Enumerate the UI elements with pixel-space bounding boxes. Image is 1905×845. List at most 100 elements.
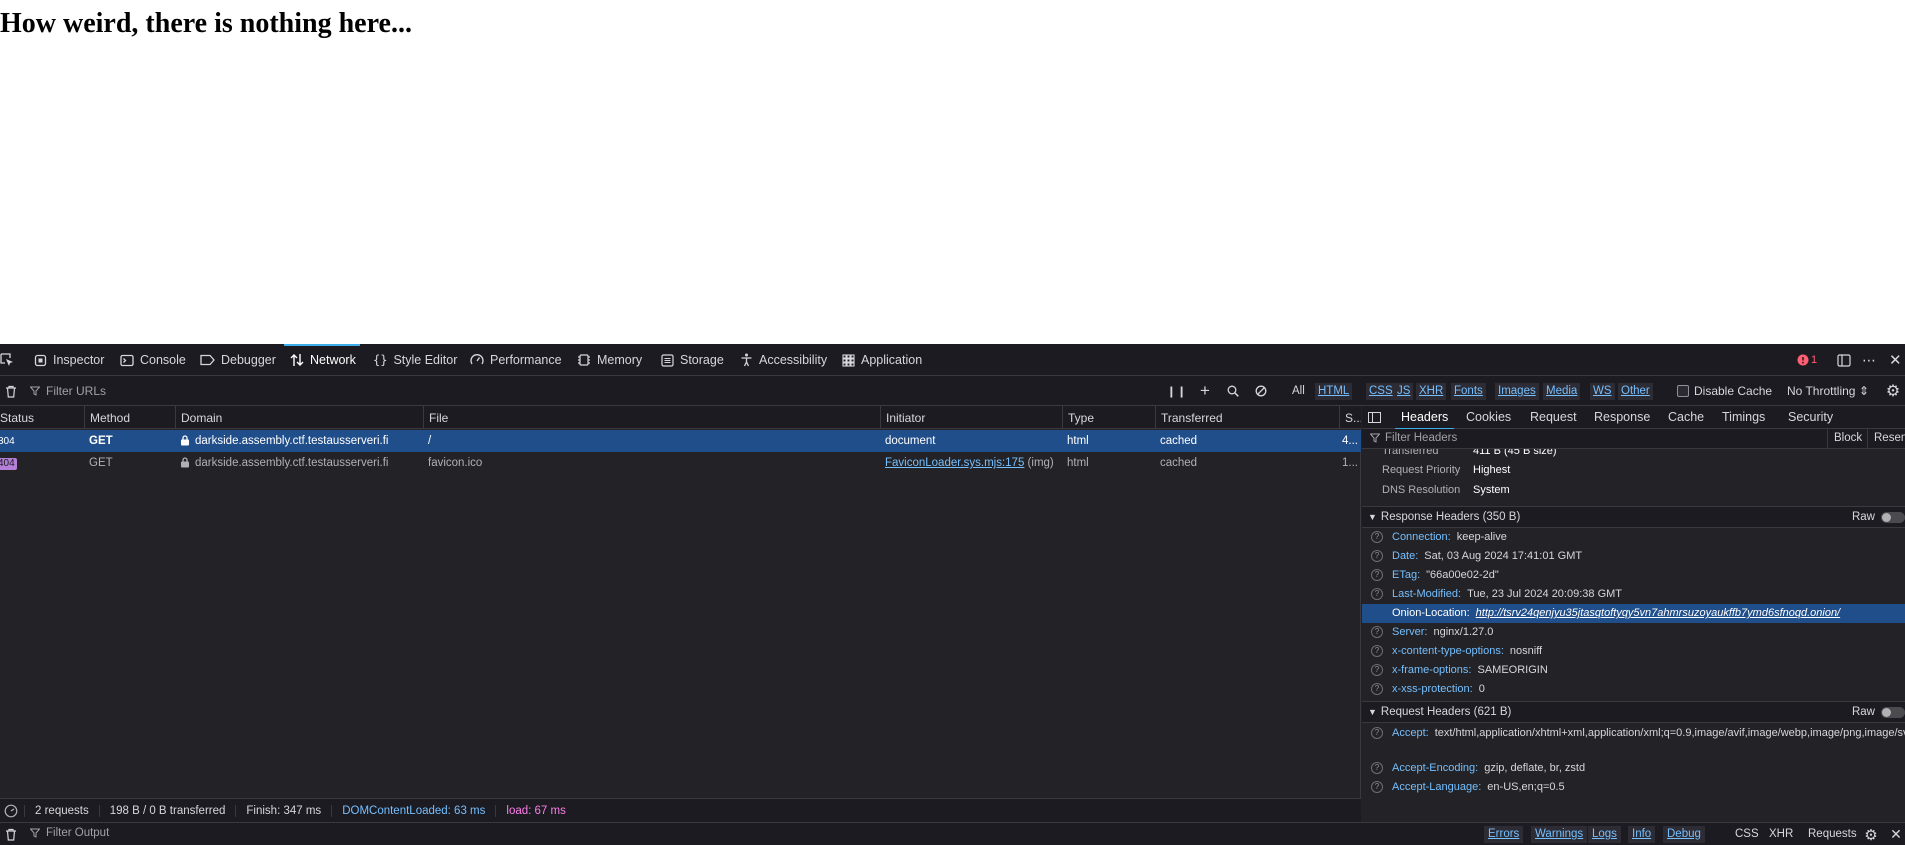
search-icon[interactable] bbox=[1222, 376, 1244, 406]
help-icon[interactable]: ? bbox=[1371, 588, 1383, 600]
cell-size: 4... bbox=[1342, 435, 1358, 447]
console-filter-logs[interactable]: Logs bbox=[1588, 826, 1621, 843]
type-filter-images[interactable]: Images bbox=[1495, 383, 1539, 400]
column-initiator[interactable]: Initiator bbox=[880, 406, 1063, 429]
console-filter-css[interactable]: CSS bbox=[1731, 826, 1763, 843]
raw-toggle[interactable] bbox=[1881, 512, 1905, 523]
clear-console-trash-icon[interactable] bbox=[0, 823, 22, 845]
settings-gear-icon[interactable]: ⚙ bbox=[1882, 376, 1904, 406]
response-headers-section[interactable]: ▼ Response Headers (350 B) Raw bbox=[1362, 506, 1905, 528]
tab-storage[interactable]: Storage bbox=[661, 344, 724, 376]
help-icon[interactable]: ? bbox=[1371, 531, 1383, 543]
type-filter-other[interactable]: Other bbox=[1618, 383, 1653, 400]
tab-headers[interactable]: Headers bbox=[1394, 406, 1455, 430]
help-icon[interactable]: ? bbox=[1371, 727, 1383, 739]
filter-urls-input[interactable]: Filter URLs bbox=[30, 381, 1150, 401]
block-button[interactable]: Block bbox=[1834, 432, 1862, 444]
header-row[interactable]: ? Date: Sat, 03 Aug 2024 17:41:01 GMT bbox=[1362, 547, 1905, 566]
toggle-sidebar-icon[interactable] bbox=[1368, 406, 1381, 429]
type-filter-xhr[interactable]: XHR bbox=[1416, 383, 1447, 400]
type-filter-media[interactable]: Media bbox=[1543, 383, 1581, 400]
tab-security[interactable]: Security bbox=[1788, 406, 1833, 429]
header-row[interactable]: ? Last-Modified: Tue, 23 Jul 2024 20:09:38… bbox=[1362, 585, 1905, 604]
header-row-onion-location[interactable]: Onion-Location: http://tsrv24qenjyu35jtas… bbox=[1362, 604, 1905, 623]
tab-console[interactable]: Console bbox=[120, 344, 186, 376]
console-filter-info[interactable]: Info bbox=[1628, 826, 1656, 843]
help-icon[interactable]: ? bbox=[1371, 762, 1383, 774]
console-filter-debug[interactable]: Debug bbox=[1663, 826, 1705, 843]
tab-cookies[interactable]: Cookies bbox=[1466, 406, 1511, 429]
element-picker-icon[interactable] bbox=[0, 344, 14, 376]
column-status[interactable]: Status bbox=[0, 406, 88, 429]
column-type[interactable]: Type bbox=[1062, 406, 1156, 429]
type-filter-all[interactable]: All bbox=[1289, 383, 1308, 400]
disable-cache-checkbox[interactable]: Disable Cache bbox=[1677, 376, 1772, 406]
help-icon[interactable]: ? bbox=[1371, 569, 1383, 581]
type-filter-css[interactable]: CSS bbox=[1366, 383, 1396, 400]
add-request-icon[interactable]: + bbox=[1194, 376, 1216, 406]
table-row[interactable]: 304 GET darkside.assembly.ctf.testausser… bbox=[0, 430, 1361, 452]
performance-analysis-icon[interactable] bbox=[0, 804, 24, 818]
header-row[interactable]: ? Accept-Language: en-US,en;q=0.5 bbox=[1362, 778, 1905, 797]
console-filter-errors[interactable]: Errors bbox=[1484, 826, 1524, 843]
checkbox-box[interactable] bbox=[1677, 385, 1689, 397]
header-row[interactable]: ? ETag: "66a00e02-2d" bbox=[1362, 566, 1905, 585]
block-icon[interactable] bbox=[1250, 376, 1272, 406]
filter-headers-input[interactable]: Filter Headers bbox=[1370, 432, 1457, 444]
throttling-select[interactable]: No Throttling ⇕ bbox=[1787, 376, 1869, 406]
error-count-badge[interactable]: 1 bbox=[1797, 344, 1817, 376]
tab-debugger[interactable]: Debugger bbox=[200, 344, 276, 376]
header-row[interactable]: ? Accept: text/html,application/xhtml+xml,… bbox=[1362, 724, 1905, 756]
clear-trash-icon[interactable] bbox=[0, 376, 22, 406]
header-row[interactable]: ? x-xss-protection: 0 bbox=[1362, 680, 1905, 699]
dock-side-icon[interactable] bbox=[1837, 344, 1851, 376]
console-filter-requests[interactable]: Requests bbox=[1804, 826, 1861, 843]
split-console-bar: Filter Output Errors Warnings Logs Info … bbox=[0, 822, 1905, 845]
tab-inspector[interactable]: Inspector bbox=[34, 344, 104, 376]
more-options-icon[interactable]: ⋯ bbox=[1862, 344, 1876, 376]
tab-memory[interactable]: Memory bbox=[577, 344, 642, 376]
column-domain[interactable]: Domain bbox=[175, 406, 424, 429]
header-row[interactable]: ? Accept-Encoding: gzip, deflate, br, zstd bbox=[1362, 759, 1905, 778]
column-size[interactable]: S... bbox=[1339, 406, 1361, 429]
type-filter-html[interactable]: HTML bbox=[1315, 383, 1353, 400]
help-icon[interactable]: ? bbox=[1371, 664, 1383, 676]
column-file[interactable]: File bbox=[423, 406, 881, 429]
header-row[interactable]: ? x-content-type-options: nosniff bbox=[1362, 642, 1905, 661]
initiator-link[interactable]: FaviconLoader.sys.mjs:175 bbox=[885, 457, 1024, 469]
tab-timings[interactable]: Timings bbox=[1722, 406, 1765, 429]
help-icon[interactable]: ? bbox=[1371, 781, 1383, 793]
help-icon[interactable]: ? bbox=[1371, 550, 1383, 562]
help-icon[interactable]: ? bbox=[1371, 683, 1383, 695]
column-method[interactable]: Method bbox=[84, 406, 176, 429]
header-row[interactable]: ? Connection: keep-alive bbox=[1362, 528, 1905, 547]
tab-cache[interactable]: Cache bbox=[1668, 406, 1704, 429]
type-filter-fonts[interactable]: Fonts bbox=[1451, 383, 1486, 400]
close-split-console-icon[interactable]: ✕ bbox=[1885, 823, 1905, 845]
column-transferred[interactable]: Transferred bbox=[1155, 406, 1340, 429]
tab-accessibility[interactable]: Accessibility bbox=[740, 344, 827, 376]
request-headers-section[interactable]: ▼ Request Headers (621 B) Raw bbox=[1362, 701, 1905, 723]
filter-output-input[interactable]: Filter Output bbox=[30, 827, 109, 839]
close-icon[interactable]: ✕ bbox=[1889, 344, 1902, 376]
header-row[interactable]: ? x-frame-options: SAMEORIGIN bbox=[1362, 661, 1905, 680]
tab-application[interactable]: Application bbox=[842, 344, 922, 376]
tab-request[interactable]: Request bbox=[1530, 406, 1577, 429]
table-row[interactable]: 404 GET darkside.assembly.ctf.testausser… bbox=[0, 452, 1361, 474]
resend-button[interactable]: Resend bbox=[1874, 432, 1905, 444]
pause-icon[interactable]: ❙❙ bbox=[1166, 376, 1188, 406]
console-settings-gear-icon[interactable]: ⚙ bbox=[1860, 823, 1882, 845]
help-icon[interactable]: ? bbox=[1371, 645, 1383, 657]
tab-performance[interactable]: Performance bbox=[470, 344, 562, 376]
onion-location-link[interactable]: http://tsrv24qenjyu35jtasqtoftyqy5vn7ahm… bbox=[1476, 607, 1840, 619]
raw-toggle[interactable] bbox=[1881, 707, 1905, 718]
console-filter-xhr[interactable]: XHR bbox=[1765, 826, 1797, 843]
help-icon[interactable]: ? bbox=[1371, 626, 1383, 638]
console-filter-warnings[interactable]: Warnings bbox=[1531, 826, 1588, 843]
tab-style-editor[interactable]: {} Style Editor bbox=[373, 344, 457, 376]
tab-response[interactable]: Response bbox=[1594, 406, 1650, 429]
header-row[interactable]: ? Server: nginx/1.27.0 bbox=[1362, 623, 1905, 642]
type-filter-ws[interactable]: WS bbox=[1590, 383, 1615, 400]
type-filter-js[interactable]: JS bbox=[1394, 383, 1414, 400]
tab-network[interactable]: Network bbox=[284, 344, 360, 376]
